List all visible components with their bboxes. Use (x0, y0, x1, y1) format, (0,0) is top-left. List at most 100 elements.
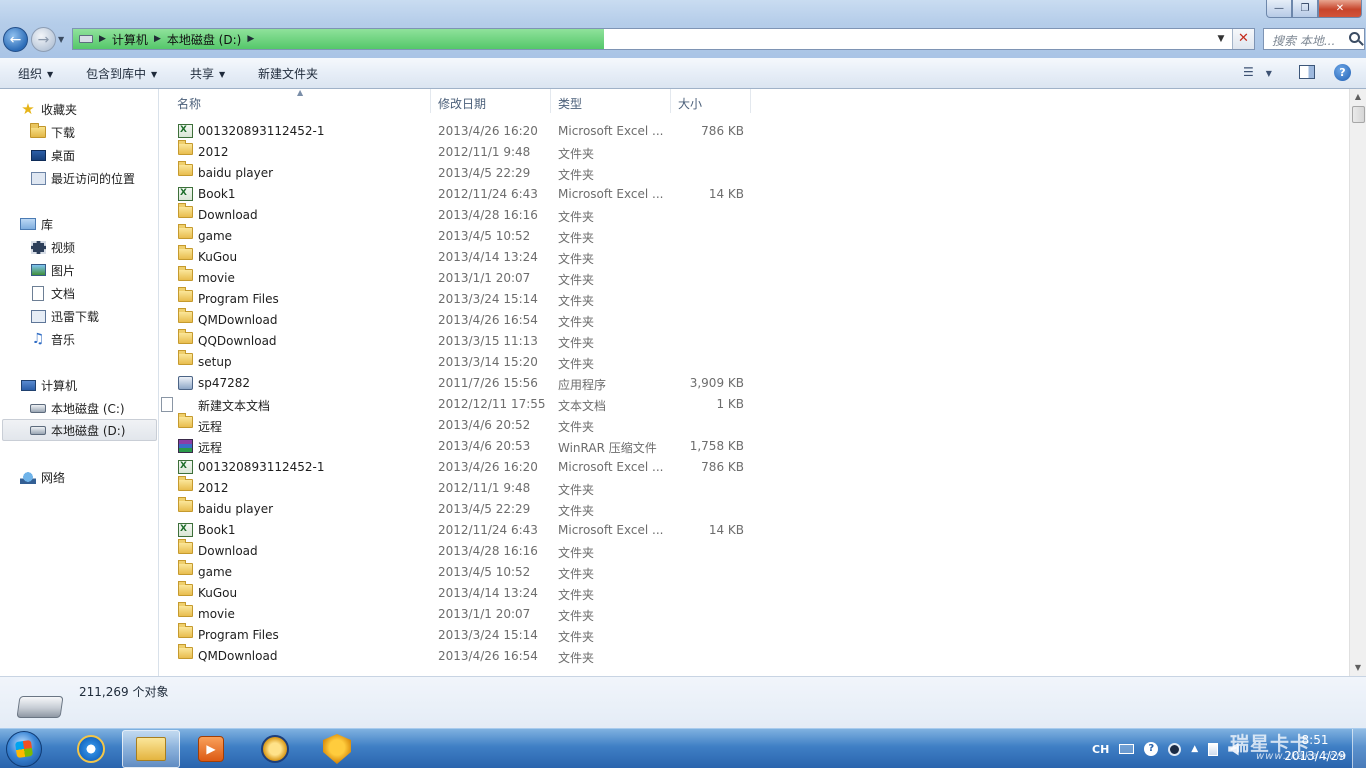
file-name: 001320893112452-1 (198, 124, 325, 138)
file-row[interactable]: 001320893112452-1 2013/4/26 16:20 Microsof… (160, 457, 760, 478)
nav-item-pictures[interactable]: 图片 (0, 259, 158, 281)
nav-item-drive-d[interactable]: 本地磁盘 (D:) (2, 419, 157, 441)
taskbar-media-player[interactable]: ▶ (182, 730, 240, 768)
new-folder-button[interactable]: 新建文件夹 (258, 65, 318, 82)
drive-icon (30, 425, 46, 435)
tray-app-icon[interactable] (1168, 742, 1182, 756)
document-icon (32, 285, 44, 301)
file-row[interactable]: movie 2013/1/1 20:07 文件夹 (160, 266, 760, 289)
nav-item-videos[interactable]: 视频 (0, 236, 158, 258)
chevron-right-icon[interactable]: ▶ (99, 34, 106, 44)
file-row[interactable]: Program Files 2013/3/24 15:14 文件夹 (160, 623, 760, 646)
nav-item-recent-places[interactable]: 最近访问的位置 (0, 167, 158, 189)
file-row[interactable]: QMDownload 2013/4/26 16:54 文件夹 (160, 644, 760, 667)
taskbar-windows-explorer[interactable] (122, 730, 180, 768)
minimize-button[interactable]: — (1266, 0, 1292, 18)
recent-pages-dropdown[interactable]: ▼ (58, 35, 64, 44)
forward-button[interactable]: → (31, 27, 56, 52)
maximize-button[interactable]: ❐ (1292, 0, 1318, 18)
folder-icon (178, 287, 193, 302)
taskbar-rising-antivirus[interactable] (308, 730, 366, 768)
nav-item-downloads[interactable]: 下载 (0, 121, 158, 143)
file-row[interactable]: setup 2013/3/14 15:20 文件夹 (160, 350, 760, 373)
scroll-thumb[interactable] (1352, 106, 1365, 123)
scroll-up-icon[interactable]: ▲ (1350, 89, 1366, 105)
back-button[interactable]: ← (3, 27, 28, 52)
file-row[interactable]: baidu player 2013/4/5 22:29 文件夹 (160, 161, 760, 184)
nav-favorites[interactable]: ★ 收藏夹 (0, 98, 158, 120)
file-row[interactable]: KuGou 2013/4/14 13:24 文件夹 (160, 581, 760, 604)
stop-button[interactable]: ✕ (1232, 29, 1254, 49)
show-hidden-icons-icon[interactable]: ▲ (1191, 744, 1198, 754)
folder-icon (178, 308, 193, 323)
file-row[interactable]: QQDownload 2013/3/15 11:13 文件夹 (160, 329, 760, 352)
file-row[interactable]: 2012 2012/11/1 9:48 文件夹 (160, 476, 760, 499)
file-row[interactable]: Download 2013/4/28 16:16 文件夹 (160, 203, 760, 226)
view-list-icon: ☰ (1243, 65, 1254, 79)
nav-item-documents[interactable]: 文档 (0, 282, 158, 304)
file-row[interactable]: KuGou 2013/4/14 13:24 文件夹 (160, 245, 760, 268)
show-desktop-button[interactable] (1352, 729, 1366, 768)
keyboard-icon[interactable] (1119, 744, 1135, 754)
search-input[interactable]: 搜索 本地... (1263, 28, 1365, 50)
start-button[interactable] (6, 731, 42, 767)
help-icon[interactable]: ? (1334, 64, 1351, 81)
share-menu[interactable]: 共享 ▼ (190, 65, 225, 82)
file-name: 2012 (198, 481, 229, 495)
nav-item-music[interactable]: ♫ 音乐 (0, 328, 158, 350)
file-row[interactable]: game 2013/4/5 10:52 文件夹 (160, 224, 760, 247)
file-row[interactable]: 001320893112452-1 2013/4/26 16:20 Microsof… (160, 121, 760, 142)
nav-computer[interactable]: 计算机 (0, 374, 158, 396)
taskbar-app-round[interactable] (246, 730, 304, 768)
nav-item-desktop[interactable]: 桌面 (0, 144, 158, 166)
crumb-computer[interactable]: 计算机 (112, 31, 148, 48)
view-options-button[interactable]: ☰ ▼ (1243, 65, 1272, 79)
file-modified: 2013/4/6 20:52 (438, 418, 531, 432)
file-row[interactable]: Book1 2012/11/24 6:43 Microsoft Excel ... 1… (160, 184, 760, 205)
taskbar-internet-explorer[interactable] (62, 730, 120, 768)
file-type: 文件夹 (558, 315, 595, 329)
close-button[interactable]: ✕ (1318, 0, 1362, 18)
nav-item-drive-c[interactable]: 本地磁盘 (C:) (0, 397, 158, 419)
file-row[interactable]: baidu player 2013/4/5 22:29 文件夹 (160, 497, 760, 520)
column-header-type[interactable]: 类型 (551, 89, 671, 113)
nav-network[interactable]: 网络 (0, 466, 158, 488)
column-header-size[interactable]: 大小 (671, 89, 751, 113)
title-bar: — ❐ ✕ ← → ▼ ▶ 计算机 ▶ 本地磁盘 (D:) ▶ ▼ ✕ 搜索 本… (0, 0, 1366, 58)
nav-libraries[interactable]: 库 (0, 213, 158, 235)
vertical-scrollbar[interactable]: ▲ ▼ (1349, 89, 1366, 676)
file-row[interactable]: Book1 2012/11/24 6:43 Microsoft Excel ... 1… (160, 520, 760, 541)
file-row[interactable]: 2012 2012/11/1 9:48 文件夹 (160, 140, 760, 163)
input-language-indicator[interactable]: CH (1092, 743, 1109, 756)
chevron-right-icon[interactable]: ▶ (247, 34, 254, 44)
organize-menu[interactable]: 组织 ▼ (18, 65, 53, 82)
drive-icon (16, 696, 64, 718)
file-row[interactable]: Program Files 2013/3/24 15:14 文件夹 (160, 287, 760, 310)
address-bar[interactable]: ▶ 计算机 ▶ 本地磁盘 (D:) ▶ ▼ ✕ (72, 28, 1255, 50)
search-icon[interactable] (1349, 32, 1360, 43)
address-history-dropdown[interactable]: ▼ (1214, 31, 1228, 47)
folder-icon (178, 560, 193, 575)
file-name: 001320893112452-1 (198, 460, 325, 474)
file-row[interactable]: game 2013/4/5 10:52 文件夹 (160, 560, 760, 583)
column-header-name[interactable]: 名称 ▲ (160, 89, 431, 113)
column-header-modified[interactable]: 修改日期 (431, 89, 551, 113)
file-row[interactable]: 远程 2013/4/6 20:53 WinRAR 压缩文件 1,758 KB (160, 436, 760, 457)
file-row[interactable]: 远程 2013/4/6 20:52 文件夹 (160, 413, 760, 436)
file-row[interactable]: QMDownload 2013/4/26 16:54 文件夹 (160, 308, 760, 331)
excel-file-icon (178, 187, 193, 201)
preview-pane-icon[interactable] (1299, 65, 1315, 79)
system-clock[interactable]: 8:51 2013/4/29 (1284, 732, 1346, 764)
chevron-right-icon[interactable]: ▶ (154, 34, 161, 44)
file-row[interactable]: sp47282 2011/7/26 15:56 应用程序 3,909 KB (160, 373, 760, 394)
file-row[interactable]: 新建文本文档 2012/12/11 17:55 文本文档 1 KB (160, 394, 760, 415)
network-tray-icon[interactable] (1208, 742, 1219, 756)
include-in-library-menu[interactable]: 包含到库中 ▼ (86, 65, 157, 82)
nav-item-thunder-downloads[interactable]: 迅雷下载 (0, 305, 158, 327)
video-icon (30, 240, 46, 254)
crumb-drive-d[interactable]: 本地磁盘 (D:) (167, 31, 241, 48)
file-row[interactable]: movie 2013/1/1 20:07 文件夹 (160, 602, 760, 625)
scroll-down-icon[interactable]: ▼ (1350, 660, 1366, 676)
help-icon[interactable]: ? (1144, 742, 1159, 756)
file-row[interactable]: Download 2013/4/28 16:16 文件夹 (160, 539, 760, 562)
